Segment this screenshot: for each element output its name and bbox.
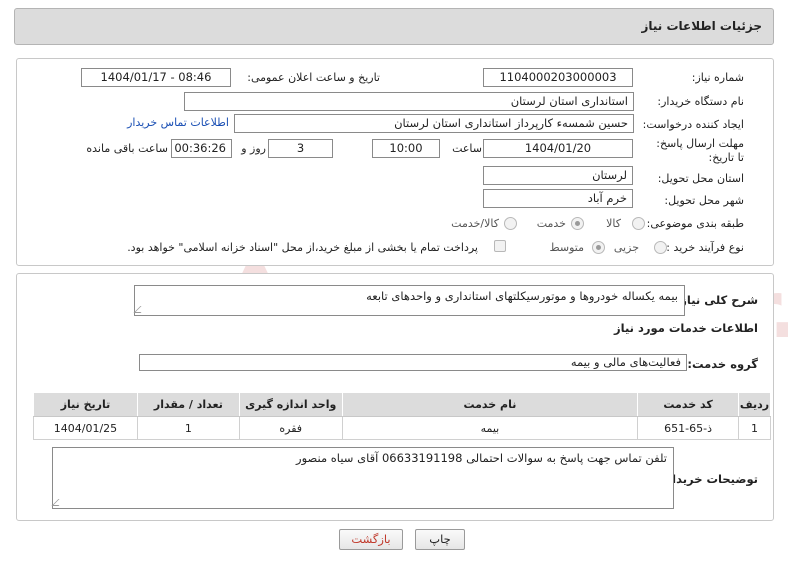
province-field: لرستان (483, 166, 633, 185)
city-label: شهر محل تحویل: (664, 194, 744, 207)
process-radio-medium[interactable] (592, 241, 605, 254)
city-field: خرم آباد (483, 189, 633, 208)
print-button[interactable]: چاپ (415, 529, 465, 550)
announce-date-label: تاریخ و ساعت اعلان عمومی: (247, 71, 380, 84)
creator-field: حسین شمسه‌ء کارپرداز استانداری استان لرس… (234, 114, 634, 133)
page-title: جزئیات اطلاعات نیاز (641, 19, 762, 33)
process-option-minor: جزیی (613, 241, 639, 254)
treasury-payment-note: پرداخت تمام یا بخشی از مبلغ خرید،از محل … (127, 241, 478, 254)
category-radio-service[interactable] (571, 217, 584, 230)
service-group-label: گروه خدمت: (687, 357, 758, 371)
province-label: استان محل تحویل: (657, 172, 744, 185)
remaining-time-field: 00:36:26 (171, 139, 232, 158)
buyer-org-field: استانداری استان لرستان (184, 92, 634, 111)
service-group-field: فعالیت‌های مالی و بیمه (139, 354, 687, 371)
cell-service-name: بیمه (341, 416, 639, 440)
buyer-contact-link[interactable]: اطلاعات تماس خریدار (127, 116, 229, 129)
resize-grip-icon[interactable] (133, 306, 148, 313)
announce-date-field: 1404/01/17 - 08:46 (81, 68, 231, 87)
deadline-time-field: 10:00 (372, 139, 440, 158)
deadline-label: مهلت ارسال پاسخ: تا تاریخ: (656, 137, 744, 164)
cell-need-date: 1404/01/25 (33, 416, 138, 440)
table-row: 1 ذ-65-651 بیمه فقره 1 1404/01/25 (33, 416, 771, 440)
cell-unit: فقره (238, 416, 343, 440)
remaining-time-label: ساعت باقی مانده (86, 142, 168, 155)
buyer-notes-label: توضیحات خریدار: (660, 472, 758, 486)
col-header-service-code: کد خدمت (637, 392, 740, 417)
treasury-payment-checkbox[interactable] (494, 240, 506, 252)
summary-textarea[interactable]: بیمه یکساله خودروها و موتورسیکلتهای استا… (133, 285, 685, 316)
category-option-service: خدمت (536, 217, 566, 230)
category-option-goods: کالا (606, 217, 621, 230)
cell-quantity: 1 (136, 416, 240, 440)
process-label: نوع فرآیند خرید : (666, 241, 744, 254)
process-option-medium: متوسط (549, 241, 584, 254)
back-button[interactable]: بازگشت (339, 529, 403, 550)
category-option-goods-service: کالا/خدمت (451, 217, 499, 230)
cell-service-code: ذ-65-651 (637, 416, 740, 440)
col-header-row-number: ردیف (738, 392, 771, 417)
need-number-field: 1104000203000003 (483, 68, 633, 87)
need-number-label: شماره نیاز: (691, 71, 744, 84)
days-label: روز و (241, 142, 266, 155)
deadline-time-label: ساعت (452, 142, 482, 155)
category-radio-goods[interactable] (632, 217, 645, 230)
category-radio-goods-service[interactable] (504, 217, 517, 230)
services-table: ردیف کد خدمت نام خدمت واحد اندازه گیری ت… (33, 392, 771, 440)
col-header-service-name: نام خدمت (341, 392, 639, 417)
summary-text: بیمه یکساله خودروها و موتورسیکلتهای استا… (366, 289, 678, 303)
col-header-unit: واحد اندازه گیری (238, 392, 343, 417)
col-header-need-date: تاریخ نیاز (33, 392, 138, 417)
cell-row-number: 1 (738, 416, 771, 440)
days-field: 3 (268, 139, 333, 158)
resize-grip-icon[interactable] (51, 499, 66, 506)
table-header-row: ردیف کد خدمت نام خدمت واحد اندازه گیری ت… (33, 392, 771, 417)
creator-label: ایجاد کننده درخواست: (642, 118, 744, 131)
buyer-notes-text: تلفن تماس جهت پاسخ به سوالات احتمالی 066… (296, 451, 667, 465)
deadline-date-field: 1404/01/20 (483, 139, 633, 158)
category-label: طبقه بندی موضوعی: (646, 217, 744, 230)
col-header-quantity: تعداد / مقدار (136, 392, 240, 417)
buyer-org-label: نام دستگاه خریدار: (657, 95, 744, 108)
services-section-title: اطلاعات خدمات مورد نیاز (614, 321, 758, 335)
summary-label: شرح کلی نیاز: (675, 293, 758, 307)
process-radio-minor[interactable] (654, 241, 667, 254)
buyer-notes-textarea[interactable]: تلفن تماس جهت پاسخ به سوالات احتمالی 066… (51, 447, 674, 509)
